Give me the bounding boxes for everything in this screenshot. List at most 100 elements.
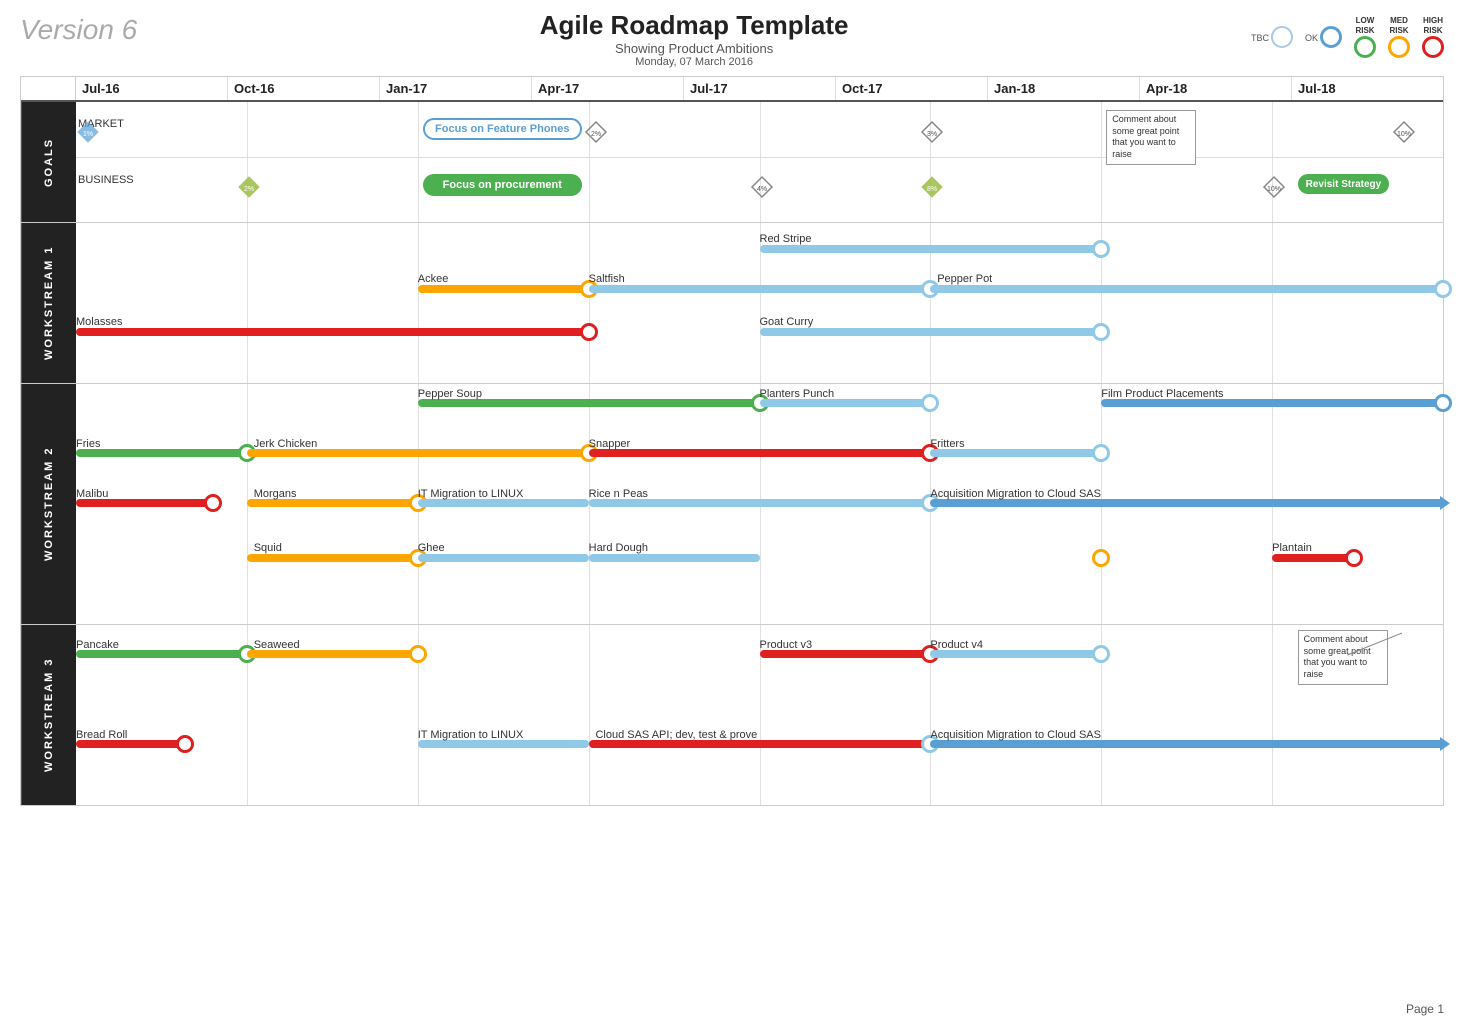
fries-label: Fries [76,438,100,450]
svg-text:10%: 10% [1397,131,1411,138]
date-jan17: Jan-17 [380,77,532,100]
bread-roll-label: Bread Roll [76,729,127,741]
jerk-chicken-label: Jerk Chicken [254,438,318,450]
svg-text:2%: 2% [591,131,601,138]
cloud-sas-api-label: Cloud SAS API; dev, test & prove [595,729,757,741]
planters-punch-label: Planters Punch [760,388,835,400]
comment-box-ws3: Comment about some great point that you … [1298,630,1388,685]
date-apr17: Apr-17 [532,77,684,100]
focus-feature-phones-bar[interactable]: Focus on Feature Phones [423,118,582,140]
legend: TBC OK LOW RISK MED RISK HIGH RISK [1251,10,1444,60]
fritters-label: Fritters [930,438,964,450]
morgans-label: Morgans [254,488,297,500]
ws1-label: WORKSTREAM 1 [21,223,76,383]
pancake-label: Pancake [76,639,119,651]
hard-dough-bar [589,554,760,562]
version-label: Version 6 [20,10,137,46]
fritters-bar [930,449,1101,457]
legend-med-label: MED [1390,16,1408,25]
pepper-soup-bar [418,399,760,407]
comment-box-market: Comment about some great point that you … [1106,110,1196,165]
pancake-bar [76,650,247,658]
timeline-label-spacer [21,77,76,100]
ackee-label: Ackee [418,273,449,285]
molasses-label: Molasses [76,316,122,328]
acquisition-migration-label: Acquisition Migration to Cloud SAS [930,488,1101,500]
svg-text:8%: 8% [927,186,937,193]
date-oct16: Oct-16 [228,77,380,100]
rice-peas-bar [589,499,931,507]
ws3-label: WORKSTREAM 3 [21,625,76,805]
legend-high-circle [1422,36,1444,58]
it-migration-ws3-label: IT Migration to LINUX [418,729,524,741]
diamond-1pct: 1% [76,120,100,149]
plantain-bar [1272,554,1354,562]
focus-procurement-bar[interactable]: Focus on procurement [423,174,582,196]
legend-tbc-label: TBC [1251,33,1269,43]
diamond-10pct-business: 10% [1262,175,1286,204]
bread-roll-endpoint [176,735,194,753]
diamond-8pct: 8% [920,175,944,204]
svg-text:2%: 2% [244,186,254,193]
title-block: Agile Roadmap Template Showing Product A… [137,10,1251,68]
ws2-label: WORKSTREAM 2 [21,384,76,624]
legend-tbc-circle [1271,26,1293,48]
planters-punch-bar [760,399,931,407]
acq-migration-ws3-arrow [1440,737,1450,751]
planters-punch-endpoint [921,394,939,412]
product-v3-bar [760,650,931,658]
header: Version 6 Agile Roadmap Template Showing… [20,10,1444,68]
seaweed-bar [247,650,418,658]
page-number: Page 1 [1406,1002,1444,1016]
acq-migration-ws3-bar [930,740,1443,748]
date-jan18: Jan-18 [988,77,1140,100]
film-placements-bar [1101,399,1443,407]
pepper-soup-label: Pepper Soup [418,388,482,400]
seaweed-endpoint [409,645,427,663]
pepper-pot-bar [930,285,1443,293]
date-jul16: Jul-16 [76,77,228,100]
goat-curry-label: Goat Curry [760,316,814,328]
legend-high-label: HIGH [1423,16,1443,25]
svg-text:3%: 3% [927,131,937,138]
red-stripe-bar [760,245,1102,253]
molasses-endpoint [580,323,598,341]
goals-section: GOALS MARKET BUSINESS 1% [21,102,1443,223]
ghee-bar [418,554,589,562]
red-stripe-endpoint [1092,240,1110,258]
malibu-bar [76,499,213,507]
acquisition-migration-arrow [1440,496,1450,510]
malibu-label: Malibu [76,488,108,500]
saltfish-label: Saltfish [589,273,625,285]
acq-migration-ws3-label: Acquisition Migration to Cloud SAS [930,729,1101,741]
product-v4-endpoint [1092,645,1110,663]
hard-dough-endpoint [1092,549,1110,567]
svg-text:1%: 1% [83,131,93,138]
ws1-content: Red Stripe Ackee Saltfish Pepper Pot Mol… [76,223,1443,383]
legend-low-circle [1354,36,1376,58]
goat-curry-endpoint [1092,323,1110,341]
legend-low-label: LOW [1356,16,1375,25]
subtitle: Showing Product Ambitions [137,41,1251,56]
ws1-section: WORKSTREAM 1 Red Stripe Ackee [21,223,1443,384]
date-jul17: Jul-17 [684,77,836,100]
fritters-endpoint [1092,444,1110,462]
svg-text:4%: 4% [756,186,766,193]
timeline-header: Jul-16 Oct-16 Jan-17 Apr-17 Jul-17 Oct-1… [21,77,1443,102]
ackee-bar [418,285,589,293]
morgans-bar [247,499,418,507]
hard-dough-label: Hard Dough [589,542,648,554]
film-placements-endpoint [1434,394,1452,412]
revisit-strategy-button[interactable]: Revisit Strategy [1298,174,1390,194]
rice-peas-label: Rice n Peas [589,488,648,500]
ws2-content: Pepper Soup Planters Punch Film Product … [76,384,1443,624]
ws3-section: WORKSTREAM 3 Pancake Seaweed [21,625,1443,805]
pepper-pot-endpoint [1434,280,1452,298]
page: Version 6 Agile Roadmap Template Showing… [0,0,1464,1026]
it-migration-bar [418,499,589,507]
goals-label: GOALS [21,102,76,222]
diamond-10pct-market: 10% [1392,120,1416,149]
diamond-3pct: 3% [920,120,944,149]
timeline-dates: Jul-16 Oct-16 Jan-17 Apr-17 Jul-17 Oct-1… [76,77,1443,100]
legend-ok-circle [1320,26,1342,48]
